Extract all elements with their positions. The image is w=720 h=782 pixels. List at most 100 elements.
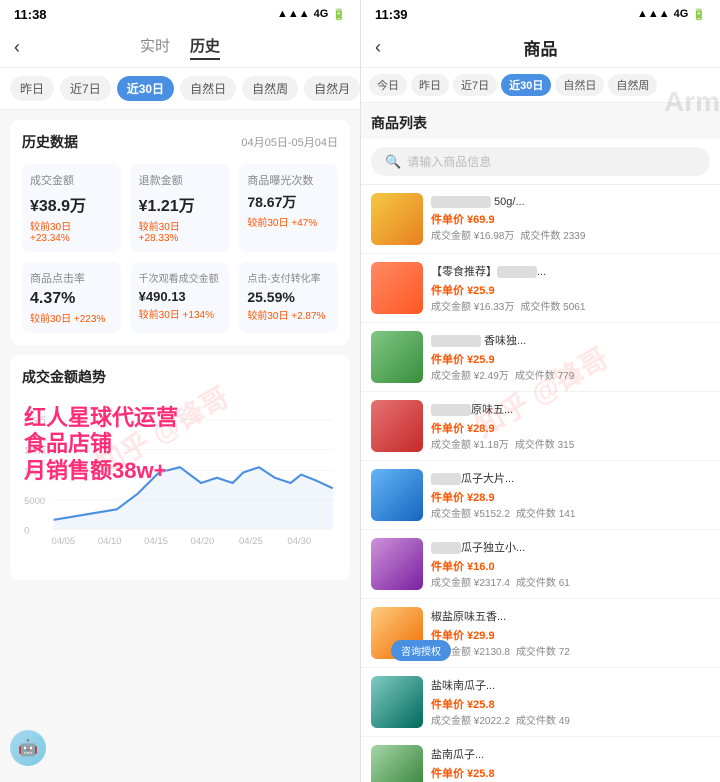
metric-cvr-label: 点击-支付转化率 [247,270,330,285]
metric-ctr: 商品点击率 4.37% 较前30日 +223% [22,262,121,333]
metric-cvr-value: 25.59% [247,289,330,305]
left-back-button[interactable]: ‹ [14,37,20,58]
left-nav-bar: ‹ 实时 历史 [0,28,360,68]
metric-refund-change: 较前30日 +28.33% [139,218,222,244]
network-label: 4G [314,8,329,20]
list-item[interactable]: 【零食推荐】... 件单价 ¥25.9 成交金额 ¥16.33万 成交件数 50… [361,254,720,323]
tab-realtime[interactable]: 实时 [140,35,170,60]
right-battery-icon: 🔋 [692,8,706,21]
right-signal-icon: ▲▲▲ [637,8,670,20]
trade-orders: 成交件数 315 [515,436,574,451]
history-date-range: 04月05日-05月04日 [241,134,338,150]
product-stats-row: 成交金额 ¥2317.4 成交件数 61 [431,574,710,589]
product-name: 盐南瓜子... [431,746,710,762]
svg-text:5000: 5000 [24,496,45,507]
right-filter-bar: 今日 昨日 近7日 近30日 自然日 自然周 [361,68,720,103]
filter-30days[interactable]: 近30日 [117,76,174,101]
product-stats-row: 成交金额 ¥2130.8 成交件数 72 [431,643,710,658]
list-item[interactable]: 盐南瓜子... 件单价 ¥25.8 成交金额 ¥1900.0 成交件数 45 [361,737,720,782]
product-price-row: 件单价 ¥25.8 [431,765,710,781]
filter-yesterday[interactable]: 昨日 [10,76,54,101]
metric-ctr-label: 商品点击率 [30,270,113,286]
right-filter-today[interactable]: 今日 [369,74,407,96]
product-name: 瓜子独立小... [431,539,710,555]
overlay-line2: 食品店铺 [24,431,178,457]
metric-exposure-value: 78.67万 [247,192,330,212]
product-thumbnail [371,262,423,314]
right-time: 11:39 [375,7,408,22]
list-item[interactable]: 瓜子独立小... 件单价 ¥16.0 成交金额 ¥2317.4 成交件数 61 [361,530,720,599]
card-header: 历史数据 04月05日-05月04日 [22,132,338,152]
overlay-line3: 月销售额38w+ [24,458,178,484]
product-thumbnail [371,745,423,782]
product-thumbnail [371,676,423,728]
list-item[interactable]: 香味独... 件单价 ¥25.9 成交金额 ¥2.49万 成交件数 779 [361,323,720,392]
left-avatar[interactable]: 🤖 [10,730,46,766]
trade-orders: 成交件数 72 [516,643,570,658]
metric-cvr: 点击-支付转化率 25.59% 较前30日 +2.87% [239,262,338,333]
right-back-button[interactable]: ‹ [375,37,381,58]
product-price-row: 件单价 ¥28.9 [431,489,710,505]
product-price-row: 件单价 ¥25.9 [431,351,710,367]
right-status-icons: ▲▲▲ 4G 🔋 [637,8,706,21]
search-placeholder: 请输入商品信息 [407,153,491,170]
metric-exposure-change: 较前30日 +47% [247,214,330,229]
right-filter-7days[interactable]: 近7日 [453,74,497,96]
product-stats-row: 成交金额 ¥1.18万 成交件数 315 [431,436,710,451]
right-nav-title: 商品 [524,35,558,60]
overlay-line1: 红人星球代运营 [24,405,178,431]
svg-text:04/20: 04/20 [191,536,215,547]
product-price-row: 件单价 ¥25.9 [431,282,710,298]
unit-price: 件单价 ¥25.8 [431,765,495,781]
trade-orders: 成交件数 141 [516,505,575,520]
product-name: 瓜子大片... [431,470,710,486]
product-stats-row: 成交金额 ¥16.98万 成交件数 2339 [431,227,710,242]
product-thumbnail [371,469,423,521]
product-thumbnail [371,538,423,590]
metric-gmv-label: 成交金额 [30,172,113,188]
product-info: 【零食推荐】... 件单价 ¥25.9 成交金额 ¥16.33万 成交件数 50… [431,263,710,313]
svg-text:04/15: 04/15 [144,536,168,547]
svg-text:0: 0 [24,526,29,537]
trade-amount: 成交金额 ¥2.49万 [431,367,509,382]
metric-gmv: 成交金额 ¥38.9万 较前30日 +23.34% [22,164,121,252]
right-filter-natural-day[interactable]: 自然日 [555,74,604,96]
left-nav-tabs: 实时 历史 [140,35,220,60]
filter-natural-month[interactable]: 自然月 [304,76,360,101]
list-item[interactable]: 原味五... 件单价 ¥28.9 成交金额 ¥1.18万 成交件数 315 [361,392,720,461]
chart-card: 成交金额趋势 红人星球代运营 食品店铺 月销售额38w+ 2.5万 1.5万 1… [10,355,350,580]
list-item[interactable]: 50g/... 件单价 ¥69.9 成交金额 ¥16.98万 成交件数 2339 [361,185,720,254]
metric-cpm-value: ¥490.13 [139,289,222,304]
filter-7days[interactable]: 近7日 [60,76,111,101]
product-info: 椒盐原味五香... 件单价 ¥29.9 成交金额 ¥2130.8 成交件数 72 [431,608,710,658]
list-item[interactable]: 盐味南瓜子... 件单价 ¥25.8 成交金额 ¥2022.2 成交件数 49 [361,668,720,737]
unit-price: 件单价 ¥69.9 [431,211,495,227]
right-filter-natural-week[interactable]: 自然周 [608,74,657,96]
trade-amount: 成交金额 ¥16.98万 [431,227,514,242]
left-content: 历史数据 04月05日-05月04日 成交金额 ¥38.9万 较前30日 +23… [0,110,360,782]
product-name: 原味五... [431,401,710,417]
product-list: 50g/... 件单价 ¥69.9 成交金额 ¥16.98万 成交件数 2339… [361,185,720,782]
right-filter-30days[interactable]: 近30日 [501,74,551,96]
chat-button[interactable]: 咨询授权 [391,640,451,661]
product-name: 盐味南瓜子... [431,677,710,693]
unit-price: 件单价 ¥25.9 [431,351,495,367]
trade-amount: 成交金额 ¥5152.2 [431,505,510,520]
product-name: 香味独... [431,332,710,348]
right-network-label: 4G [674,8,689,20]
product-info: 瓜子独立小... 件单价 ¥16.0 成交金额 ¥2317.4 成交件数 61 [431,539,710,589]
list-item[interactable]: 椒盐原味五香... 件单价 ¥29.9 成交金额 ¥2130.8 成交件数 72… [361,599,720,668]
product-stats-row: 成交金额 ¥16.33万 成交件数 5061 [431,298,710,313]
tab-history[interactable]: 历史 [190,35,220,60]
search-input-container[interactable]: 🔍 请输入商品信息 [371,147,710,176]
filter-natural-day[interactable]: 自然日 [180,76,236,101]
metric-cpm-label: 千次观看成交金额 [139,270,222,285]
svg-text:04/30: 04/30 [287,536,311,547]
filter-natural-week[interactable]: 自然周 [242,76,298,101]
left-status-bar: 11:38 ▲▲▲ 4G 🔋 [0,0,360,28]
right-filter-yesterday[interactable]: 昨日 [411,74,449,96]
list-item[interactable]: 瓜子大片... 件单价 ¥28.9 成交金额 ¥5152.2 成交件数 141 [361,461,720,530]
product-price-row: 件单价 ¥28.9 [431,420,710,436]
product-info: 盐味南瓜子... 件单价 ¥25.8 成交金额 ¥2022.2 成交件数 49 [431,677,710,727]
history-data-card: 历史数据 04月05日-05月04日 成交金额 ¥38.9万 较前30日 +23… [10,120,350,345]
